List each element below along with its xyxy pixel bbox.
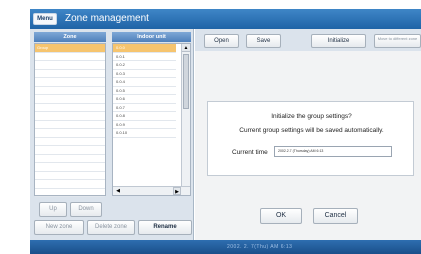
status-bar: 2002. 2. 7(Thu) AM 6:13: [30, 240, 421, 254]
cancel-button[interactable]: Cancel: [313, 208, 358, 224]
zone-list-item[interactable]: [35, 172, 105, 180]
zone-list-item[interactable]: [35, 180, 105, 189]
delete-zone-button[interactable]: Delete zone: [87, 220, 135, 235]
zone-list-item[interactable]: [35, 163, 105, 172]
zone-management-screen: Menu Zone management Zone Indoor unit Gr…: [0, 0, 421, 254]
zone-list-item[interactable]: [35, 87, 105, 95]
zone-list-item[interactable]: [35, 121, 105, 129]
indoor-unit-item[interactable]: 0.0.0: [113, 44, 176, 53]
zone-list-item[interactable]: [35, 95, 105, 104]
down-button[interactable]: Down: [70, 202, 102, 217]
zone-list-item[interactable]: [35, 138, 105, 146]
horizontal-scrollbar[interactable]: ◀ ▶: [113, 186, 190, 195]
indoor-unit-item[interactable]: 0.0.3: [113, 70, 176, 78]
current-time-label: Current time: [232, 149, 268, 156]
current-time-field[interactable]: 2002.2.7 (Thursday) AM 6:13: [274, 146, 392, 157]
initialize-dialog: Initialize the group settings? Current g…: [207, 101, 414, 176]
zone-list-item[interactable]: [35, 155, 105, 163]
indoor-unit-rows: 0.0.0 0.0.1 0.0.2 0.0.3 0.0.4 0.0.5 0.0.6 0.0.7…: [113, 44, 190, 138]
indoor-unit-item[interactable]: 0.0.6: [113, 95, 176, 104]
scroll-thumb[interactable]: [183, 54, 189, 109]
ok-button[interactable]: OK: [260, 208, 302, 224]
zone-list-item[interactable]: [35, 112, 105, 121]
indoor-unit-item[interactable]: 0.0.7: [113, 104, 176, 112]
indoor-unit-item[interactable]: 0.0.4: [113, 78, 176, 87]
move-to-zone-button[interactable]: Move to different zone: [374, 34, 421, 48]
open-button[interactable]: Open: [204, 34, 239, 48]
vertical-scrollbar[interactable]: ▲: [181, 44, 190, 187]
indoor-unit-item[interactable]: 0.0.9: [113, 121, 176, 129]
zone-list-item[interactable]: [35, 129, 105, 138]
indoor-unit-item[interactable]: 0.0.10: [113, 129, 176, 138]
indoor-unit-item[interactable]: 0.0.2: [113, 61, 176, 70]
scroll-up-arrow-icon[interactable]: ▲: [182, 44, 190, 52]
indoor-unit-list[interactable]: 0.0.0 0.0.1 0.0.2 0.0.3 0.0.4 0.0.5 0.0.6 0.0.7…: [112, 43, 191, 196]
zone-list-item[interactable]: [35, 189, 105, 197]
zone-unit-panel: Zone Indoor unit Group 0.0.0 0.0.1 0.0.2 0.…: [30, 29, 194, 240]
scroll-right-arrow-icon[interactable]: ▶: [173, 187, 181, 195]
content-area: Initialize the group settings? Current g…: [195, 51, 421, 240]
menu-button[interactable]: Menu: [33, 13, 57, 25]
indoor-unit-column-header: Indoor unit: [112, 32, 191, 42]
zone-list-item[interactable]: [35, 61, 105, 70]
main-panel: Open Save Initialize Move to different z…: [195, 29, 421, 240]
initialize-button[interactable]: Initialize: [311, 34, 366, 48]
dialog-question: Initialize the group settings?: [271, 113, 352, 120]
indoor-unit-item[interactable]: 0.0.1: [113, 53, 176, 61]
title-bar: Menu Zone management: [30, 9, 421, 29]
zone-list-item[interactable]: [35, 53, 105, 61]
zone-list-item[interactable]: Group: [35, 44, 105, 53]
scroll-left-arrow-icon[interactable]: ◀: [114, 187, 122, 195]
rename-button[interactable]: Rename: [138, 220, 192, 235]
page-title: Zone management: [65, 13, 149, 24]
zone-list[interactable]: Group: [34, 43, 106, 197]
save-button[interactable]: Save: [246, 34, 281, 48]
dialog-note: Current group settings will be saved aut…: [239, 127, 384, 134]
zone-column-header: Zone: [34, 32, 106, 42]
indoor-unit-item[interactable]: 0.0.5: [113, 87, 176, 95]
zone-list-item[interactable]: [35, 70, 105, 78]
zone-list-item[interactable]: [35, 104, 105, 112]
up-button[interactable]: Up: [39, 202, 67, 217]
status-time: 2002. 2. 7(Thu) AM 6:13: [227, 244, 293, 250]
zone-list-item[interactable]: [35, 78, 105, 87]
zone-list-item[interactable]: [35, 146, 105, 155]
new-zone-button[interactable]: New zone: [34, 220, 84, 235]
indoor-unit-item[interactable]: 0.0.8: [113, 112, 176, 121]
